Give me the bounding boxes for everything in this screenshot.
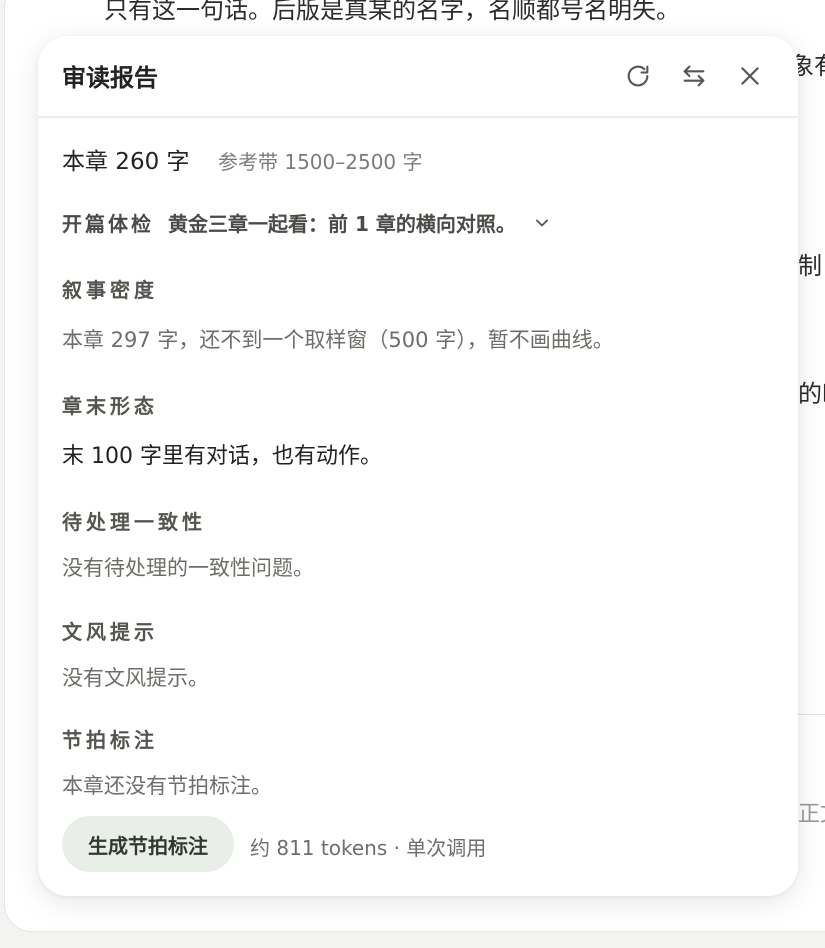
section-text-narrative-density: 本章 297 字，还不到一个取样窗（500 字），暂不画曲线。 (62, 328, 614, 352)
section-text-consistency: 没有待处理的一致性问题。 (62, 556, 314, 580)
section-label-style-hints: 文风提示 (62, 620, 158, 644)
close-button[interactable] (730, 56, 770, 96)
opening-check-toggle[interactable]: 开篇体检 黄金三章一起看：前 1 章的横向对照。 (62, 208, 552, 237)
section-label-consistency: 待处理一致性 (62, 510, 206, 534)
section-text-beat-annotation: 本章还没有节拍标注。 (62, 774, 272, 798)
review-report-panel: 审读报告 本章 260 字 参考带 1500–2500 字 开篇体检 黄金三章一… (38, 36, 798, 896)
section-text-chapter-ending: 末 100 字里有对话，也有动作。 (62, 444, 382, 469)
swap-button[interactable] (674, 56, 714, 96)
section-label-beat-annotation: 节拍标注 (62, 728, 158, 752)
editor-text-line: 只有这一句话。后版是真某的名字，名顺都号名明失。 (104, 0, 680, 24)
section-label-narrative-density: 叙事密度 (62, 278, 158, 302)
chevron-down-icon (532, 213, 552, 233)
token-estimate: 约 811 tokens · 单次调用 (250, 836, 487, 860)
close-icon (737, 63, 763, 89)
section-text-style-hints: 没有文风提示。 (62, 666, 209, 690)
section-label-chapter-ending: 章末形态 (62, 394, 158, 418)
editor-divider (798, 714, 825, 715)
editor-text-fragment: 制 (798, 252, 822, 280)
reference-word-range: 参考带 1500–2500 字 (218, 150, 423, 174)
opening-check-label: 开篇体检 (62, 212, 154, 236)
editor-footer-fragment: 正文 (798, 802, 825, 827)
swap-arrows-icon (680, 62, 708, 90)
panel-title: 审读报告 (62, 64, 158, 92)
opening-check-description: 黄金三章一起看：前 1 章的横向对照。 (168, 212, 516, 236)
generate-beat-annotation-button[interactable]: 生成节拍标注 (62, 816, 234, 872)
editor-text-fragment: 的时 (798, 380, 825, 408)
refresh-icon (624, 62, 652, 90)
refresh-button[interactable] (618, 56, 658, 96)
panel-header: 审读报告 (38, 36, 798, 118)
chapter-word-count: 本章 260 字 (62, 149, 190, 175)
